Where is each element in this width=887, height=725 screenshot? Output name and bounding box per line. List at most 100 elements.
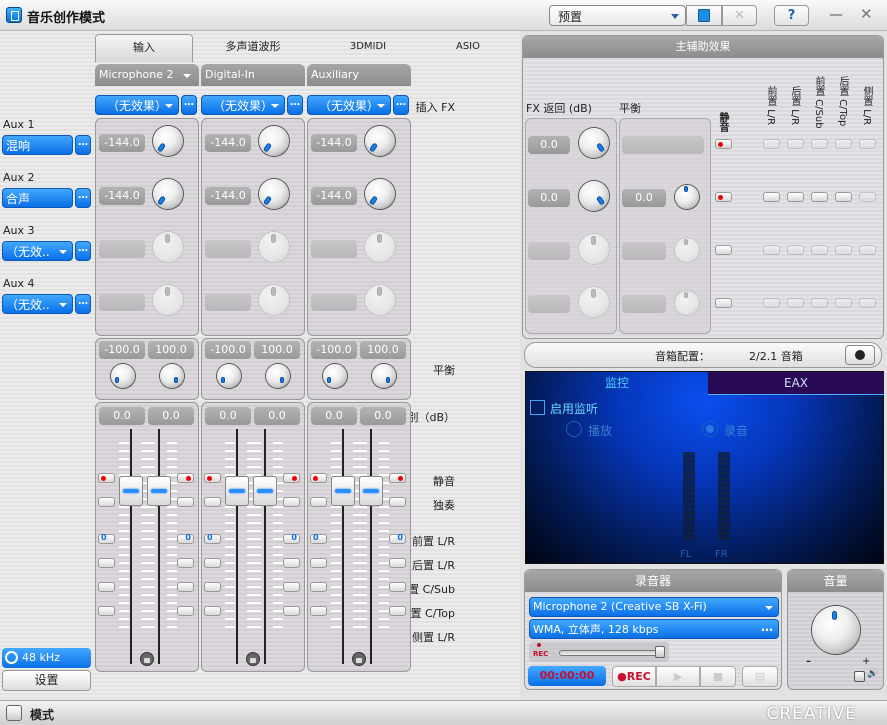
front-lr-left-button[interactable] [204, 533, 221, 544]
aux-send-knob[interactable] [365, 126, 395, 156]
fx-route-button[interactable] [763, 139, 780, 149]
balance-knob[interactable] [217, 364, 241, 388]
fx-mute-button[interactable] [715, 245, 732, 255]
level-fader-left[interactable] [119, 476, 143, 506]
aux2-more-button[interactable]: … [75, 188, 91, 208]
fx-return-knob[interactable] [579, 128, 609, 158]
mute-right-button[interactable] [283, 473, 300, 483]
balance-knob[interactable] [372, 364, 396, 388]
front-csub-left-button[interactable] [204, 582, 221, 592]
rear-ctop-left-button[interactable] [98, 606, 115, 616]
enable-monitor-checkbox[interactable] [530, 400, 545, 415]
solo-right-button[interactable] [283, 497, 300, 507]
front-csub-right-button[interactable] [177, 582, 194, 592]
balance-knob[interactable] [323, 364, 347, 388]
fx-balance-knob[interactable] [675, 185, 699, 209]
fx-route-button[interactable] [835, 139, 852, 149]
fx-route-button[interactable] [835, 245, 852, 255]
front-lr-left-button[interactable] [98, 533, 115, 544]
front-csub-left-button[interactable] [310, 582, 327, 592]
level-fader-right[interactable] [359, 476, 383, 506]
aux1-more-button[interactable]: … [75, 135, 91, 155]
master-volume-knob[interactable] [812, 606, 860, 654]
aux-send-knob[interactable] [153, 179, 183, 209]
fx-route-button[interactable] [835, 192, 852, 202]
fx-route-button[interactable] [763, 298, 780, 308]
save-preset-button[interactable] [686, 5, 722, 26]
level-fader-right[interactable] [147, 476, 171, 506]
solo-left-button[interactable] [310, 497, 327, 507]
mute-left-button[interactable] [98, 473, 115, 483]
rear-lr-left-button[interactable] [98, 558, 115, 568]
level-fader-left[interactable] [331, 476, 355, 506]
mode-icon[interactable] [6, 705, 22, 721]
mute-left-button[interactable] [310, 473, 327, 483]
rec-level-slider[interactable] [559, 650, 663, 656]
front-csub-left-button[interactable] [98, 582, 115, 592]
minimize-button[interactable]: — [829, 7, 843, 23]
rear-ctop-right-button[interactable] [283, 606, 300, 616]
insert-fx-more-button[interactable]: … [181, 95, 197, 115]
fx-mute-button[interactable] [715, 192, 732, 202]
tab-asio[interactable]: ASIO [428, 34, 508, 62]
playback-radio[interactable] [566, 421, 582, 437]
rear-lr-right-button[interactable] [283, 558, 300, 568]
fx-route-button[interactable] [811, 245, 828, 255]
aux4-more-button[interactable]: … [75, 294, 91, 314]
fx-route-button[interactable] [787, 298, 804, 308]
solo-left-button[interactable] [204, 497, 221, 507]
fx-mute-button[interactable] [715, 139, 732, 149]
fx-route-button[interactable] [859, 192, 876, 202]
insert-fx-select[interactable]: （无效果） [307, 95, 391, 115]
close-button[interactable]: ✕ [860, 5, 873, 23]
front-csub-right-button[interactable] [283, 582, 300, 592]
recorder-format-button[interactable]: WMA, 立体声, 128 kbps… [529, 619, 779, 639]
aux3-more-button[interactable]: … [75, 241, 91, 261]
balance-knob[interactable] [160, 364, 184, 388]
lock-icon[interactable] [352, 652, 366, 666]
speaker-settings-button[interactable] [845, 345, 875, 365]
level-fader-right[interactable] [253, 476, 277, 506]
front-lr-right-button[interactable] [389, 533, 406, 544]
fx-route-button[interactable] [835, 298, 852, 308]
insert-fx-select[interactable]: （无效果） [95, 95, 179, 115]
delete-preset-button[interactable]: ✕ [722, 5, 757, 26]
rear-lr-right-button[interactable] [389, 558, 406, 568]
insert-fx-more-button[interactable]: … [393, 95, 409, 115]
level-fader-left[interactable] [225, 476, 249, 506]
fx-route-button[interactable] [787, 139, 804, 149]
sample-rate-select[interactable]: 48 kHz [2, 648, 91, 668]
fx-route-button[interactable] [763, 192, 780, 202]
solo-right-button[interactable] [389, 497, 406, 507]
balance-knob[interactable] [111, 364, 135, 388]
fx-route-button[interactable] [787, 245, 804, 255]
aux1-effect-select[interactable]: 混响 [2, 135, 73, 155]
rear-lr-left-button[interactable] [204, 558, 221, 568]
tab-multichannel-wave[interactable]: 多声道波形 [203, 34, 303, 62]
rear-lr-right-button[interactable] [177, 558, 194, 568]
fx-route-button[interactable] [763, 245, 780, 255]
front-lr-left-button[interactable] [310, 533, 327, 544]
aux3-effect-select[interactable]: （无效.. [2, 241, 73, 261]
rear-ctop-left-button[interactable] [204, 606, 221, 616]
lock-icon[interactable] [246, 652, 260, 666]
fx-route-button[interactable] [859, 139, 876, 149]
fx-route-button[interactable] [787, 192, 804, 202]
fx-route-button[interactable] [811, 139, 828, 149]
lock-icon[interactable] [140, 652, 154, 666]
rec-level-thumb[interactable] [655, 646, 665, 658]
mute-left-button[interactable] [204, 473, 221, 483]
tab-3dmidi[interactable]: 3DMIDI [323, 34, 413, 62]
fx-route-button[interactable] [859, 298, 876, 308]
insert-fx-more-button[interactable]: … [287, 95, 303, 115]
balance-knob[interactable] [266, 364, 290, 388]
mode-label[interactable]: 模式 [30, 706, 54, 723]
play-button[interactable]: ▶ [656, 666, 700, 687]
preset-dropdown[interactable]: 预置 [549, 5, 686, 26]
mute-right-button[interactable] [177, 473, 194, 483]
mute-checkbox[interactable] [854, 671, 865, 682]
fx-route-button[interactable] [859, 245, 876, 255]
aux-send-knob[interactable] [153, 126, 183, 156]
aux-send-knob[interactable] [259, 126, 289, 156]
aux-send-knob[interactable] [259, 179, 289, 209]
